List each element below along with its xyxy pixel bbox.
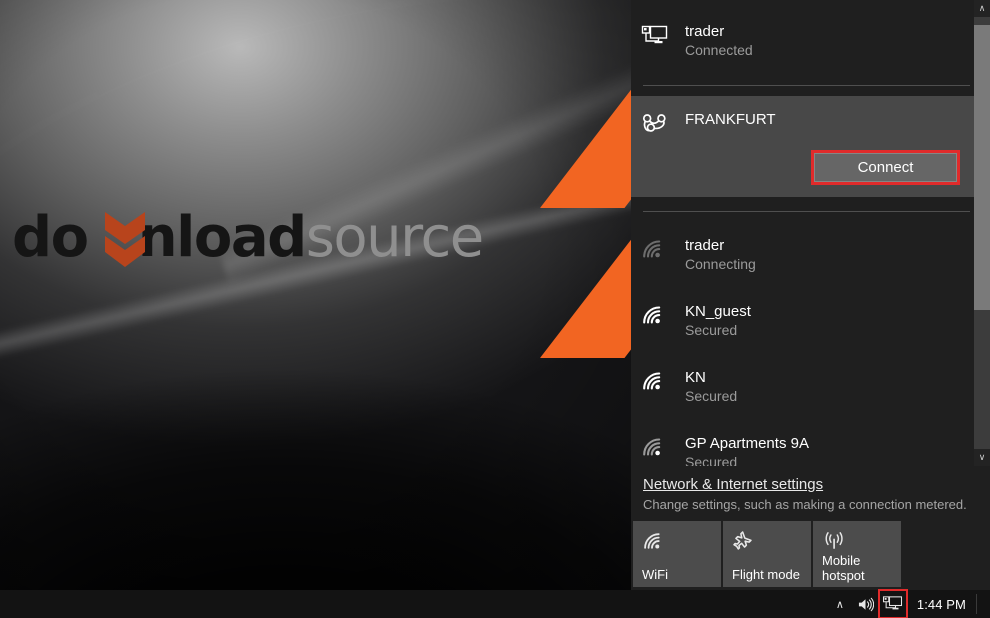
show-hidden-icons-chevron-icon[interactable]: ∧ <box>827 590 853 618</box>
connect-button[interactable]: Connect <box>811 150 960 185</box>
volume-icon[interactable] <box>853 590 879 618</box>
watermark-text-part1: download <box>12 205 307 270</box>
tile-wifi[interactable]: WiFi <box>633 521 721 587</box>
network-item-text: KN_guest Secured <box>685 302 974 340</box>
network-settings-area: Network & Internet settings Change setti… <box>631 466 990 518</box>
divider-after-vpn <box>643 211 970 212</box>
airplane-icon <box>732 528 762 554</box>
scrollbar-track[interactable] <box>974 17 990 449</box>
system-tray: ∧ 1:44 PM <box>827 589 990 618</box>
network-name: GP Apartments 9A <box>685 435 809 452</box>
network-name: KN_guest <box>685 303 751 320</box>
tile-label: Mobile hotspot <box>822 553 865 583</box>
tile-label: WiFi <box>642 567 668 582</box>
downloadsource-watermark: downloadsource <box>12 200 512 276</box>
wifi-signal-icon <box>641 236 685 260</box>
network-item-text: trader Connected <box>685 22 974 60</box>
wifi-signal-icon <box>641 368 685 392</box>
network-item-text: FRANKFURT <box>685 110 974 129</box>
network-status: Secured <box>685 454 738 466</box>
network-list: trader Connected FRANKFURT Connect trade… <box>631 0 990 466</box>
show-desktop-button[interactable] <box>977 590 984 618</box>
tile-flight-mode[interactable]: Flight mode <box>723 521 811 587</box>
network-name: KN <box>685 369 706 386</box>
ethernet-monitor-icon <box>641 22 685 48</box>
network-item-wifi-3[interactable]: GP Apartments 9A Secured <box>631 426 974 466</box>
network-ethernet-icon[interactable] <box>877 589 908 618</box>
network-status: Connected <box>685 42 753 58</box>
network-internet-settings-link[interactable]: Network & Internet settings <box>643 476 823 493</box>
wifi-signal-icon <box>641 302 685 326</box>
vpn-icon <box>641 110 685 134</box>
watermark-text-part2: source <box>305 205 484 270</box>
network-item-wifi-2[interactable]: KN Secured <box>631 360 974 426</box>
network-item-text: trader Connecting <box>685 236 974 274</box>
network-status: Secured <box>685 322 738 338</box>
network-settings-description: Change settings, such as making a connec… <box>643 497 967 512</box>
desktop-wallpaper[interactable]: downloadsource <box>0 0 631 590</box>
network-status: Secured <box>685 388 738 404</box>
tile-mobile-hotspot[interactable]: Mobile hotspot <box>813 521 901 587</box>
mobile-hotspot-icon <box>822 528 852 554</box>
divider-after-ethernet <box>643 85 970 86</box>
taskbar-clock[interactable]: 1:44 PM <box>907 590 974 618</box>
scrollbar-up-arrow-icon[interactable]: ∧ <box>974 0 990 17</box>
network-item-ethernet[interactable]: trader Connected <box>631 0 974 85</box>
screen: downloadsource t <box>0 0 990 618</box>
wifi-icon <box>642 528 672 554</box>
network-name: FRANKFURT <box>685 111 776 128</box>
quick-action-tiles: WiFi Flight mode Mobile hotspot <box>633 521 990 587</box>
wallpaper-vignette <box>0 0 631 590</box>
scrollbar-down-arrow-icon[interactable]: ∨ <box>974 449 990 466</box>
network-list-scrollbar[interactable]: ∧ ∨ <box>974 0 990 466</box>
network-item-text: GP Apartments 9A Secured <box>685 434 974 466</box>
scrollbar-thumb[interactable] <box>974 25 990 310</box>
wifi-signal-icon <box>641 434 685 458</box>
network-item-wifi-0[interactable]: trader Connecting <box>631 228 974 294</box>
taskbar: ∧ 1:44 PM <box>0 589 990 618</box>
network-item-text: KN Secured <box>685 368 974 406</box>
tile-label: Flight mode <box>732 567 800 582</box>
network-item-vpn-frankfurt[interactable]: FRANKFURT Connect <box>631 96 974 197</box>
network-item-wifi-1[interactable]: KN_guest Secured <box>631 294 974 360</box>
network-status: Connecting <box>685 256 756 272</box>
network-name: trader <box>685 237 725 254</box>
network-flyout-panel: trader Connected FRANKFURT Connect trade… <box>631 0 990 590</box>
orange-chevron-logo <box>105 212 145 267</box>
network-name: trader <box>685 23 725 40</box>
